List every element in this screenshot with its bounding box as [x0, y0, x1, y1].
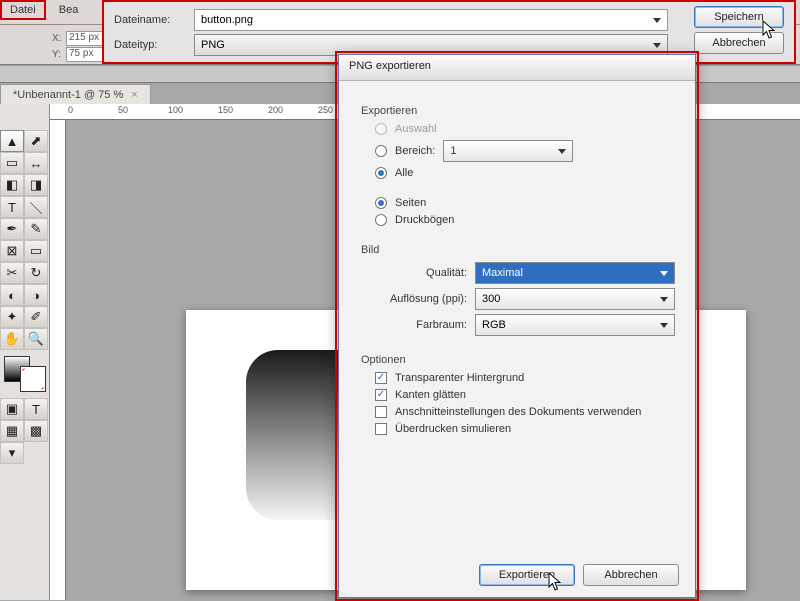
color-swatch[interactable] [2, 354, 48, 394]
content-tool2-icon[interactable]: ◨ [24, 174, 48, 196]
gap-tool-icon[interactable]: ↔ [24, 152, 48, 174]
note-tool-icon[interactable]: ✦ [0, 306, 24, 328]
zoom-tool-icon[interactable]: 🔍 [24, 328, 48, 350]
ruler-tick: 50 [118, 105, 128, 115]
gradient-feather-tool-icon[interactable]: ◑ [24, 284, 48, 306]
radio-selection-label: Auswahl [395, 123, 437, 135]
colorspace-value: RGB [482, 319, 506, 331]
cancel-button[interactable]: Abbrechen [694, 32, 784, 54]
document-tab[interactable]: *Unbenannt-1 @ 75 % × [0, 84, 151, 104]
screen-mode-icon[interactable]: ▾ [0, 442, 24, 464]
export-button[interactable]: Exportieren [479, 564, 575, 586]
scissors-tool-icon[interactable]: ✂ [0, 262, 24, 284]
frame-tool-icon[interactable]: ⊠ [0, 240, 24, 262]
ruler-tick: 100 [168, 105, 183, 115]
filename-field[interactable]: button.png [194, 9, 668, 31]
check-bleed-label: Anschnitteinstellungen des Dokuments ver… [395, 406, 641, 418]
check-smooth-label: Kanten glätten [395, 389, 466, 401]
radio-pages-label: Seiten [395, 197, 426, 209]
pen-tool-icon[interactable]: ✒ [0, 218, 24, 240]
direct-select-tool-icon[interactable]: ⬈ [24, 130, 48, 152]
ruler-tick: 0 [68, 105, 73, 115]
resolution-field[interactable]: 300 [475, 288, 675, 310]
colorspace-label: Farbraum: [365, 319, 475, 331]
check-overprint-label: Überdrucken simulieren [395, 423, 511, 435]
gradient-swatch-tool-icon[interactable]: ◐ [0, 284, 24, 306]
range-value: 1 [450, 145, 456, 157]
menu-edit[interactable]: Bea [49, 0, 89, 20]
png-export-dialog: PNG exportieren Exportieren Auswahl Bere… [338, 54, 696, 598]
menu-file[interactable]: Datei [0, 0, 46, 20]
ruler-tick: 250 [318, 105, 333, 115]
chevron-down-icon [558, 149, 566, 154]
radio-range[interactable] [375, 145, 387, 157]
filetype-value: PNG [201, 39, 225, 51]
line-tool-icon[interactable]: ＼ [24, 196, 48, 218]
apply-text-icon[interactable]: T [24, 398, 48, 420]
quality-label: Qualität: [365, 267, 475, 279]
pencil-tool-icon[interactable]: ✎ [24, 218, 48, 240]
ruler-tick: 200 [268, 105, 283, 115]
filename-value: button.png [201, 14, 253, 26]
coord-x-label: X: [52, 33, 61, 44]
dialog-cancel-button[interactable]: Abbrechen [583, 564, 679, 586]
check-transparent-label: Transparenter Hintergrund [395, 372, 524, 384]
radio-selection [375, 123, 387, 135]
range-field[interactable]: 1 [443, 140, 573, 162]
eyedropper-tool-icon[interactable]: ✐ [24, 306, 48, 328]
coord-y-label: Y: [52, 49, 61, 60]
check-smooth[interactable] [375, 389, 387, 401]
dialog-title: PNG exportieren [339, 55, 695, 81]
filename-label: Dateiname: [114, 14, 194, 26]
chevron-down-icon [660, 297, 668, 302]
mode-preview-icon[interactable]: ▩ [24, 420, 48, 442]
section-image: Bild [361, 244, 675, 256]
resolution-value: 300 [482, 293, 500, 305]
filetype-field[interactable]: PNG [194, 34, 668, 56]
radio-all[interactable] [375, 167, 387, 179]
apply-container-icon[interactable]: ▣ [0, 398, 24, 420]
radio-all-label: Alle [395, 167, 413, 179]
rect-tool-icon[interactable]: ▭ [24, 240, 48, 262]
filetype-label: Dateityp: [114, 39, 194, 51]
quality-field[interactable]: Maximal [475, 262, 675, 284]
chevron-down-icon [653, 43, 661, 48]
quality-value: Maximal [482, 267, 523, 279]
radio-range-label: Bereich: [395, 145, 435, 157]
type-tool-icon[interactable]: T [0, 196, 24, 218]
content-tool-icon[interactable]: ◧ [0, 174, 24, 196]
selection-tool-icon[interactable]: ▲ [0, 130, 24, 152]
ruler-tick: 150 [218, 105, 233, 115]
resolution-label: Auflösung (ppi): [365, 293, 475, 305]
colorspace-field[interactable]: RGB [475, 314, 675, 336]
transform-tool-icon[interactable]: ↻ [24, 262, 48, 284]
section-options: Optionen [361, 354, 675, 366]
page-tool-icon[interactable]: ▭ [0, 152, 24, 174]
mode-normal-icon[interactable]: ▦ [0, 420, 24, 442]
check-overprint[interactable] [375, 423, 387, 435]
radio-pages[interactable] [375, 197, 387, 209]
toolbox: ▲⬈ ▭↔ ◧◨ T＼ ✒✎ ⊠▭ ✂↻ ◐◑ ✦✐ ✋🔍 ▣T ▦▩ ▾ [0, 104, 50, 600]
chevron-down-icon [660, 323, 668, 328]
close-icon[interactable]: × [131, 89, 137, 101]
section-export: Exportieren [361, 105, 675, 117]
check-transparent[interactable] [375, 372, 387, 384]
hand-tool-icon[interactable]: ✋ [0, 328, 24, 350]
radio-spreads[interactable] [375, 214, 387, 226]
save-button[interactable]: Speichern [694, 6, 784, 28]
radio-spreads-label: Druckbögen [395, 214, 454, 226]
check-bleed[interactable] [375, 406, 387, 418]
ruler-vertical [50, 120, 66, 600]
chevron-down-icon [660, 271, 668, 276]
chevron-down-icon [653, 18, 661, 23]
document-tab-title: *Unbenannt-1 @ 75 % [13, 89, 123, 101]
